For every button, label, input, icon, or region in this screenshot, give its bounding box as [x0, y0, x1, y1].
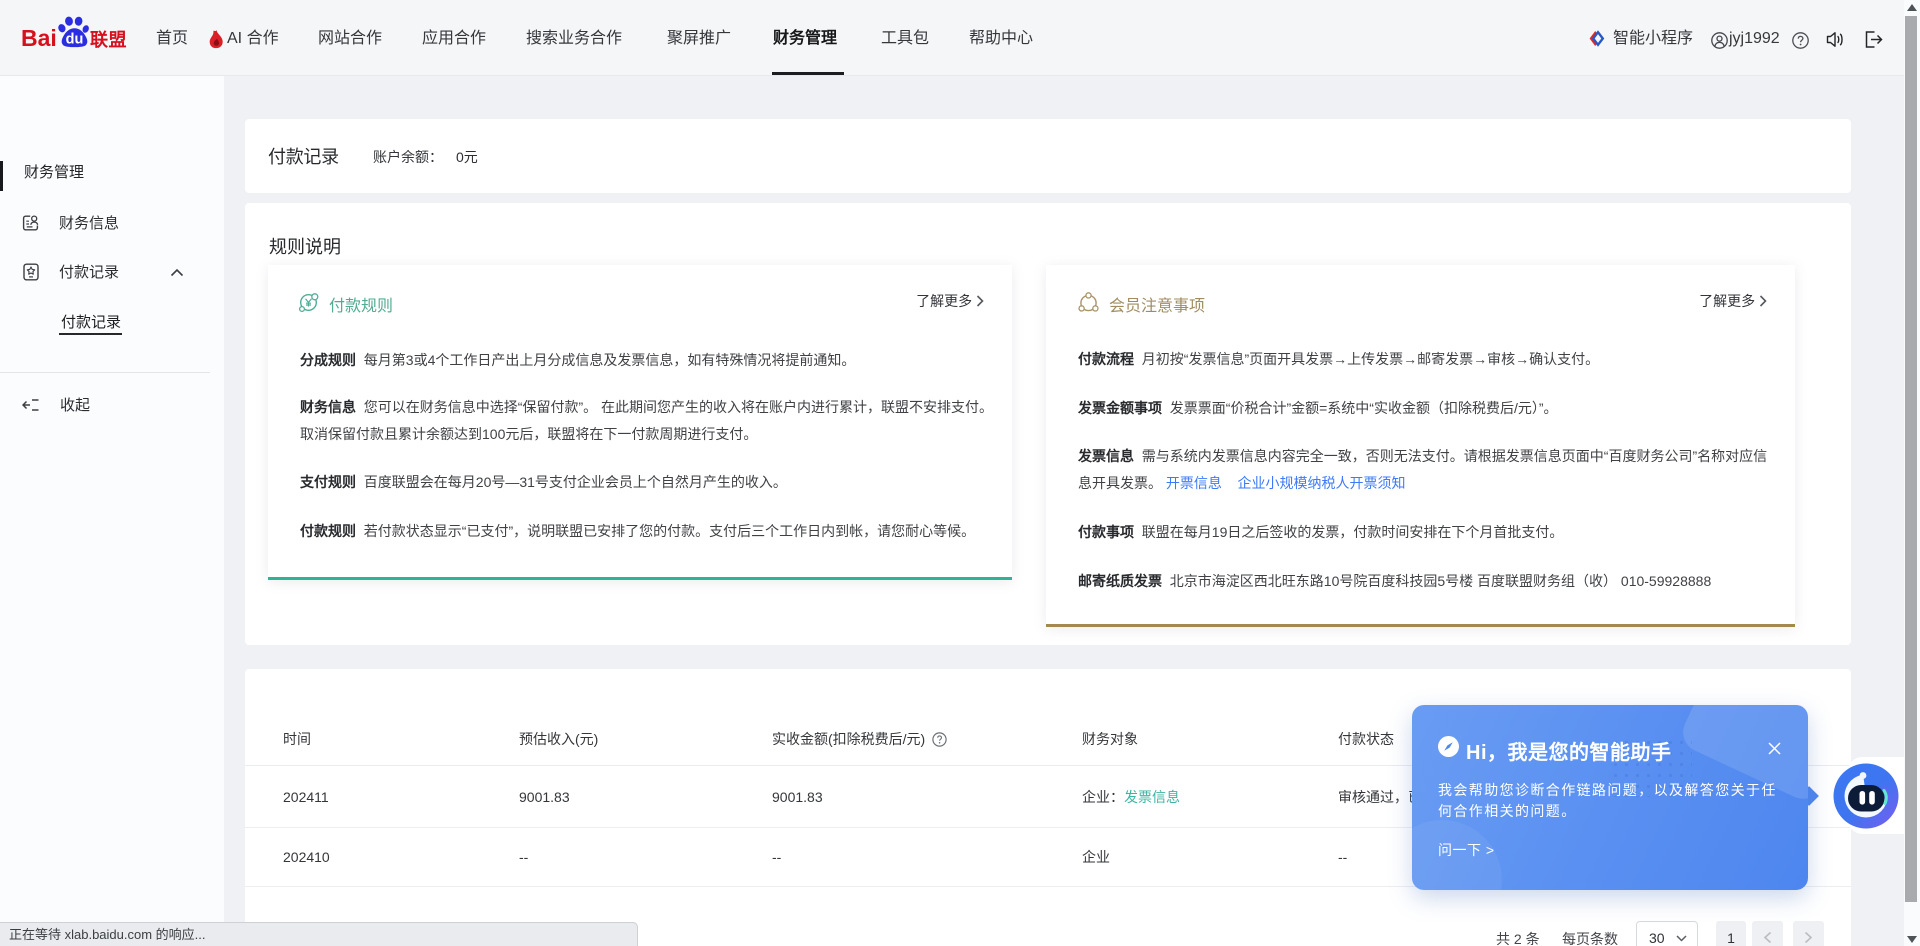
svg-text:du: du — [66, 32, 84, 48]
